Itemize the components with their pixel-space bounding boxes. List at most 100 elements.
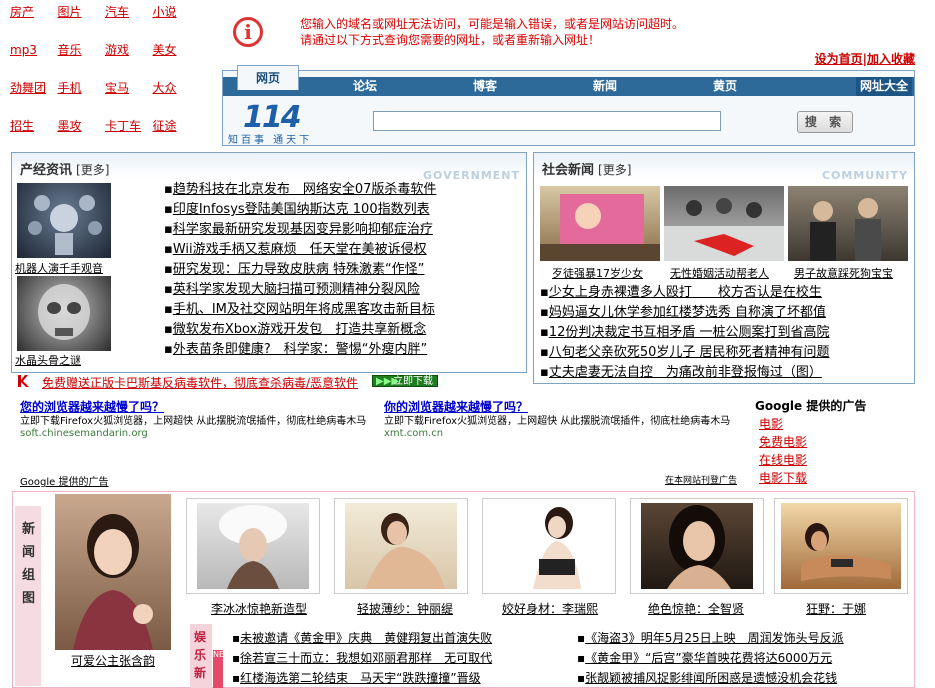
list-item[interactable]: ▪印度Infosys登陆美国纳斯达克 100指数列表	[164, 200, 436, 220]
list-item[interactable]: ▪八旬老父亲砍死50岁儿子 居民称死者精神有问题	[540, 343, 830, 363]
gallery-photo-4[interactable]	[630, 498, 764, 594]
top-link[interactable]: 图片	[58, 4, 106, 42]
news-link[interactable]: 微软发布Xbox游戏开发包 打造共享新概念	[173, 322, 426, 337]
top-link[interactable]: 美女	[153, 42, 201, 80]
top-link[interactable]: 手机	[58, 80, 106, 118]
tab-yellowpages[interactable]: 黄页	[713, 77, 737, 96]
news-link[interactable]: 手机、IM及社交网站明年将成黑客攻击新目标	[173, 302, 435, 317]
robot-photo[interactable]	[17, 183, 111, 258]
top-link[interactable]: 征途	[153, 118, 201, 156]
google-ad-link[interactable]: 电影下载	[759, 469, 915, 487]
list-item[interactable]: ▪张靓颖被捕风捉影绯闻所困惑是遗憾没机会花钱	[577, 668, 844, 688]
top-link[interactable]: 大众	[153, 80, 201, 118]
google-ad-link[interactable]: 电影	[759, 415, 915, 433]
photo-caption[interactable]: 李冰冰惊艳新造型	[211, 600, 307, 617]
top-link[interactable]: 房产	[10, 4, 58, 42]
ad-url[interactable]: soft.chinesemandarin.org	[20, 428, 380, 439]
photo-caption[interactable]: 男子故意踩死狗宝宝	[794, 265, 893, 281]
top-link[interactable]: 音乐	[58, 42, 106, 80]
advertise-link[interactable]: 在本网站刊登广告	[665, 473, 737, 486]
gallery-photo-2[interactable]	[334, 498, 468, 594]
top-link[interactable]: 劲舞团	[10, 80, 58, 118]
ad-title[interactable]: 您的浏览器越来越慢了吗？	[20, 398, 380, 415]
gallery-photo-1[interactable]	[186, 498, 320, 594]
news-link[interactable]: 八旬老父亲砍死50岁儿子 居民称死者精神有问题	[549, 345, 830, 360]
photo-caption[interactable]: 水晶头骨之谜	[15, 352, 81, 368]
list-item[interactable]: ▪研究发现：压力导致皮肤病 特殊激素“作怪”	[164, 260, 436, 280]
crystal-skull-photo[interactable]	[17, 276, 111, 351]
google-ad-link[interactable]: 免费电影	[759, 433, 915, 451]
news-link[interactable]: 趋势科技在北京发布 网络安全07版杀毒软件	[173, 182, 437, 197]
list-item[interactable]: ▪英科学家发现大脑扫描可预测精神分裂风险	[164, 280, 436, 300]
news-link[interactable]: 外表苗条即健康? 科学家：警惕“外瘦内胖”	[173, 342, 427, 357]
top-link[interactable]: 汽车	[105, 4, 153, 42]
top-link[interactable]: 小说	[153, 4, 201, 42]
tab-blog[interactable]: 博客	[473, 77, 497, 96]
download-button[interactable]: ▶▶▶ 立即下载	[372, 375, 438, 387]
photo-caption[interactable]: 轻披薄纱：钟丽缇	[357, 600, 453, 617]
news-photo-3[interactable]	[788, 186, 908, 261]
photo-caption[interactable]: 无性婚姻活动帮老人	[670, 265, 769, 281]
ad-url[interactable]: xmt.com.cn	[384, 428, 744, 439]
search-input[interactable]	[373, 111, 721, 131]
list-item[interactable]: ▪徐若宣三十而立：我想如邓丽君那样 无可取代	[232, 648, 492, 668]
news-link[interactable]: 印度Infosys登陆美国纳斯达克 100指数列表	[173, 202, 430, 217]
news-link[interactable]: 红楼海选第二轮结束 马天宇“跌跌撞撞”晋级	[240, 671, 480, 685]
ad-title[interactable]: 你的浏览器越来越慢了吗？	[384, 398, 744, 415]
list-item[interactable]: ▪少女上身赤裸遭多人殴打 校方否认是在校生	[540, 283, 830, 303]
photo-caption[interactable]: 机器人演千手观音	[15, 260, 103, 276]
news-link[interactable]: 未被邀请《黄金甲》庆典 黄健翔复出首演失败	[240, 631, 492, 645]
news-link[interactable]: 《海盗3》明年5月25日上映 周润发饰头号反派	[585, 631, 844, 645]
top-link[interactable]: 卡丁车	[105, 118, 153, 156]
news-link[interactable]: 科学家最新研究发现基因变异影响抑郁症治疗	[173, 222, 433, 237]
gallery-photo-5[interactable]	[774, 498, 908, 594]
add-favorite-link[interactable]: 加入收藏	[867, 52, 915, 66]
text-ad[interactable]: 您的浏览器越来越慢了吗？ 立即下载Firefox火狐浏览器，上网超快 从此摆脱流…	[20, 398, 380, 439]
tab-news[interactable]: 新闻	[593, 77, 617, 96]
top-link[interactable]: 招生	[10, 118, 58, 156]
news-photo-1[interactable]	[540, 186, 660, 261]
list-item[interactable]: ▪趋势科技在北京发布 网络安全07版杀毒软件	[164, 180, 436, 200]
top-link[interactable]: 游戏	[105, 42, 153, 80]
top-link[interactable]: 宝马	[105, 80, 153, 118]
top-link[interactable]: mp3	[10, 42, 58, 80]
list-item[interactable]: ▪外表苗条即健康? 科学家：警惕“外瘦内胖”	[164, 340, 436, 360]
google-ads-footer[interactable]: Google 提供的广告	[20, 473, 108, 488]
tab-forum[interactable]: 论坛	[353, 77, 377, 96]
news-link[interactable]: 张靓颖被捕风捉影绯闻所困惑是遗憾没机会花钱	[585, 671, 837, 685]
list-item[interactable]: ▪手机、IM及社交网站明年将成黑客攻击新目标	[164, 300, 436, 320]
list-item[interactable]: ▪Wii游戏手柄又惹麻烦 任天堂在美被诉侵权	[164, 240, 436, 260]
news-link[interactable]: 英科学家发现大脑扫描可预测精神分裂风险	[173, 282, 420, 297]
news-link[interactable]: 研究发现：压力导致皮肤病 特殊激素“作怪”	[173, 262, 425, 277]
list-item[interactable]: ▪科学家最新研究发现基因变异影响抑郁症治疗	[164, 220, 436, 240]
google-ad-link[interactable]: 在线电影	[759, 451, 915, 469]
photo-caption[interactable]: 狂野：于娜	[806, 600, 866, 617]
news-photo-2[interactable]	[664, 186, 784, 261]
list-item[interactable]: ▪未被邀请《黄金甲》庆典 黄健翔复出首演失败	[232, 628, 492, 648]
tab-url-directory[interactable]: 网址大全	[855, 77, 912, 96]
list-item[interactable]: ▪丈夫虐妻无法自控 为痛改前非登报悔过（图）	[540, 363, 830, 383]
search-button[interactable]: 搜 索	[797, 111, 853, 133]
top-link[interactable]: 墨攻	[58, 118, 106, 156]
featured-photo[interactable]	[55, 494, 171, 650]
news-link[interactable]: 徐若宣三十而立：我想如邓丽君那样 无可取代	[240, 651, 492, 665]
list-item[interactable]: ▪红楼海选第二轮结束 马天宇“跌跌撞撞”晋级	[232, 668, 492, 688]
news-link[interactable]: 《黄金甲》“后宫”豪华首映花费将达6000万元	[585, 651, 832, 665]
news-link[interactable]: 少女上身赤裸遭多人殴打 校方否认是在校生	[549, 285, 822, 300]
news-link[interactable]: Wii游戏手柄又惹麻烦 任天堂在美被诉侵权	[173, 242, 427, 257]
featured-caption[interactable]: 可爱公主张含韵	[71, 652, 155, 669]
more-link[interactable]: [更多]	[598, 163, 631, 177]
more-link[interactable]: [更多]	[76, 163, 109, 177]
news-link[interactable]: 12份判决裁定书互相矛盾 一桩公厕案打到省高院	[549, 325, 830, 340]
list-item[interactable]: ▪《黄金甲》“后宫”豪华首映花费将达6000万元	[577, 648, 844, 668]
list-item[interactable]: ▪微软发布Xbox游戏开发包 打造共享新概念	[164, 320, 436, 340]
photo-caption[interactable]: 姣好身材：李瑞熙	[502, 600, 598, 617]
photo-caption[interactable]: 绝色惊艳：全智贤	[648, 600, 744, 617]
promo-link[interactable]: 免费赠送正版卡巴斯基反病毒软件，彻底查杀病毒/恶意软件	[42, 374, 358, 391]
set-homepage-link[interactable]: 设为首页	[815, 52, 863, 66]
list-item[interactable]: ▪妈妈逼女儿休学参加红楼梦选秀 自称演了坏都值	[540, 303, 830, 323]
photo-caption[interactable]: 歹徒强暴17岁少女	[552, 265, 643, 281]
tab-web[interactable]: 网页	[237, 65, 299, 90]
list-item[interactable]: ▪12份判决裁定书互相矛盾 一桩公厕案打到省高院	[540, 323, 830, 343]
text-ad[interactable]: 你的浏览器越来越慢了吗？ 立即下载Firefox火狐浏览器，上网超快 从此摆脱流…	[384, 398, 744, 439]
